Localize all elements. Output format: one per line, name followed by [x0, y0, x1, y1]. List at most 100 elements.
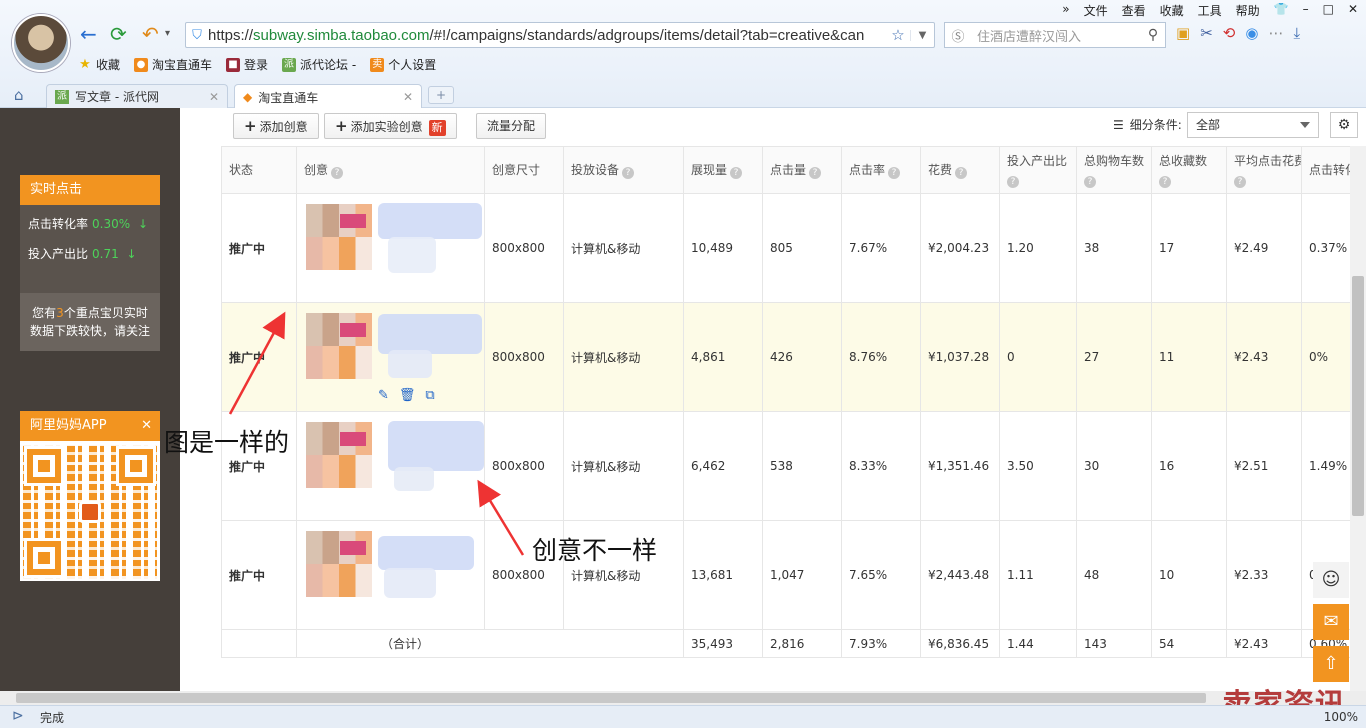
screenshot-icon[interactable]: ✂ [1200, 24, 1213, 42]
add-test-creative-button[interactable]: + 添加实验创意新 [324, 113, 457, 139]
url-dropdown-icon[interactable]: ▼ [910, 29, 934, 41]
bookmark-favorites[interactable]: ★ 收藏 [78, 56, 120, 73]
help-icon[interactable]: ? [955, 167, 968, 179]
download-icon[interactable]: ⤓ [1293, 24, 1300, 42]
refresh-icon[interactable]: ⟳ [110, 24, 127, 44]
col-cvr[interactable]: 点击转化 [1301, 146, 1352, 194]
realtime-notice[interactable]: 您有3个重点宝贝实时数据下跌较快，请关注 [20, 293, 160, 351]
help-icon[interactable]: ? [1007, 176, 1019, 188]
col-impressions[interactable]: 展现量? [683, 146, 763, 194]
col-status[interactable]: 状态 [221, 146, 297, 194]
back-to-top-icon[interactable]: ⇧ [1313, 646, 1349, 682]
help-icon[interactable]: ? [1159, 176, 1171, 188]
sidebar-toggle-icon[interactable]: ⊳ [12, 708, 24, 724]
bookmark-paidai-forum[interactable]: 派派代论坛 - [282, 56, 356, 73]
table-row[interactable]: 推广中 800x800 计算机&移动 10,489 805 7.67% ¥2,0… [221, 193, 1352, 303]
table-row[interactable]: 推广中 800x800 计算机&移动 6,462 538 8.33% ¥1,35… [221, 411, 1352, 521]
favorite-star-icon[interactable]: ☆ [886, 26, 910, 44]
scroll-thumb[interactable] [1352, 276, 1364, 516]
edit-icon[interactable]: ✎ [378, 388, 389, 403]
col-clicks[interactable]: 点击量? [762, 146, 842, 194]
help-icon[interactable]: ? [1234, 176, 1246, 188]
col-device[interactable]: 投放设备? [563, 146, 684, 194]
help-icon[interactable]: ? [730, 167, 743, 179]
close-tab-icon[interactable]: ✕ [209, 90, 219, 104]
close-window-icon[interactable]: ✕ [1348, 2, 1358, 19]
vertical-scrollbar[interactable] [1350, 146, 1366, 691]
creative-image[interactable] [306, 203, 372, 270]
cart-cell: 48 [1076, 520, 1152, 630]
help-icon[interactable]: ? [809, 167, 822, 179]
tab-paidai[interactable]: 派 写文章 - 派代网 ✕ [46, 84, 228, 108]
col-cost[interactable]: 花费? [920, 146, 1000, 194]
creative-cell[interactable]: ✎ 🗑 ⧉ [296, 302, 485, 412]
col-cpc[interactable]: 平均点击花费? [1226, 146, 1302, 194]
new-tab-button[interactable]: + [428, 86, 454, 104]
tab-taobao-ztc[interactable]: ◆ 淘宝直通车 ✕ [234, 84, 422, 109]
bookmark-login[interactable]: ■ 登录 [226, 56, 268, 73]
more-icon[interactable]: ⋯ [1268, 24, 1283, 42]
back-icon[interactable]: ← [80, 24, 97, 44]
close-tab-icon[interactable]: ✕ [403, 90, 413, 104]
creative-cell[interactable] [296, 520, 485, 630]
menu-item-tools[interactable]: 工具 [1198, 2, 1222, 19]
address-bar[interactable]: ⛉ https://subway.simba.taobao.com/#!/cam… [185, 22, 935, 48]
creative-image[interactable] [306, 421, 372, 488]
home-icon[interactable]: ⌂ [14, 86, 24, 104]
col-cart[interactable]: 总购物车数? [1076, 146, 1152, 194]
bookmark-taobao-ztc[interactable]: ● 淘宝直通车 [134, 56, 212, 73]
col-creative[interactable]: 创意? [296, 146, 485, 194]
trash-icon[interactable]: 🗑 [399, 388, 416, 403]
table-row[interactable]: 推广中 800x800 计算机&移动 13,681 1,047 7.65% ¥2… [221, 520, 1352, 630]
menu-item-help[interactable]: 帮助 [1236, 2, 1260, 19]
avatar[interactable] [12, 14, 70, 72]
add-creative-button[interactable]: + 添加创意 [233, 113, 319, 139]
customer-service-icon[interactable]: ☺ [1313, 562, 1349, 598]
undo-icon[interactable]: ↶ [142, 24, 159, 44]
gear-icon[interactable]: ⚙ [1330, 112, 1358, 138]
help-icon[interactable]: ? [888, 167, 901, 179]
url-text[interactable]: https://subway.simba.taobao.com/#!/campa… [208, 27, 886, 44]
creative-image[interactable] [306, 530, 372, 597]
horizontal-scrollbar[interactable] [0, 691, 1366, 705]
image-badge [340, 213, 366, 228]
copy-icon[interactable]: ⧉ [425, 388, 434, 403]
help-icon[interactable]: ? [1084, 176, 1096, 188]
col-fav[interactable]: 总收藏数? [1151, 146, 1227, 194]
traffic-split-button[interactable]: 流量分配 [476, 113, 547, 139]
col-size[interactable]: 创意尺寸 [484, 146, 564, 194]
realtime-title: 实时点击 [20, 175, 160, 205]
creative-cell[interactable] [296, 411, 485, 521]
translate-icon[interactable]: ⟲ [1223, 24, 1236, 42]
filter-select[interactable]: 全部 [1187, 112, 1319, 138]
reader-icon[interactable]: ◉ [1245, 24, 1258, 42]
help-icon[interactable]: ? [622, 167, 635, 179]
fav-cell: 16 [1151, 411, 1227, 521]
creative-image[interactable] [306, 312, 372, 379]
help-icon[interactable]: ? [331, 167, 344, 179]
menu-expand-icon[interactable]: » [1062, 2, 1069, 19]
chat-icon[interactable]: ✉ [1313, 604, 1349, 640]
col-ctr[interactable]: 点击率? [841, 146, 921, 194]
zoom-level[interactable]: 100% [1324, 710, 1358, 724]
scroll-thumb[interactable] [16, 693, 1206, 703]
total-row: （合计） 35,493 2,816 7.93% ¥6,836.45 1.44 1… [221, 629, 1352, 658]
bookmark-settings[interactable]: 卖个人设置 [370, 56, 436, 73]
search-engine-icon[interactable]: Ⓢ [945, 26, 971, 45]
header-label: 创意 [304, 163, 329, 177]
col-roi[interactable]: 投入产出比? [999, 146, 1077, 194]
menu-item-file[interactable]: 文件 [1084, 2, 1108, 19]
creative-cell[interactable] [296, 193, 485, 303]
extension-icon[interactable]: ▣ [1176, 24, 1190, 42]
close-icon[interactable]: ✕ [141, 411, 152, 441]
search-icon[interactable]: ⚲ [1141, 27, 1165, 43]
search-placeholder[interactable]: 住酒店遭醉汉闯入 [971, 26, 1141, 45]
maximize-icon[interactable]: □ [1323, 2, 1334, 19]
table-row[interactable]: 推广中 ✎ 🗑 ⧉ 800x800 计算机&移动 4,861 426 8.76% ¥… [221, 302, 1352, 412]
skin-icon[interactable]: 👕 [1274, 2, 1289, 19]
minimize-icon[interactable]: – [1303, 2, 1309, 19]
search-box[interactable]: Ⓢ 住酒店遭醉汉闯入 ⚲ [944, 22, 1166, 48]
undo-dropdown-icon[interactable]: ▾ [165, 24, 170, 44]
menu-item-view[interactable]: 查看 [1122, 2, 1146, 19]
menu-item-favorites[interactable]: 收藏 [1160, 2, 1184, 19]
